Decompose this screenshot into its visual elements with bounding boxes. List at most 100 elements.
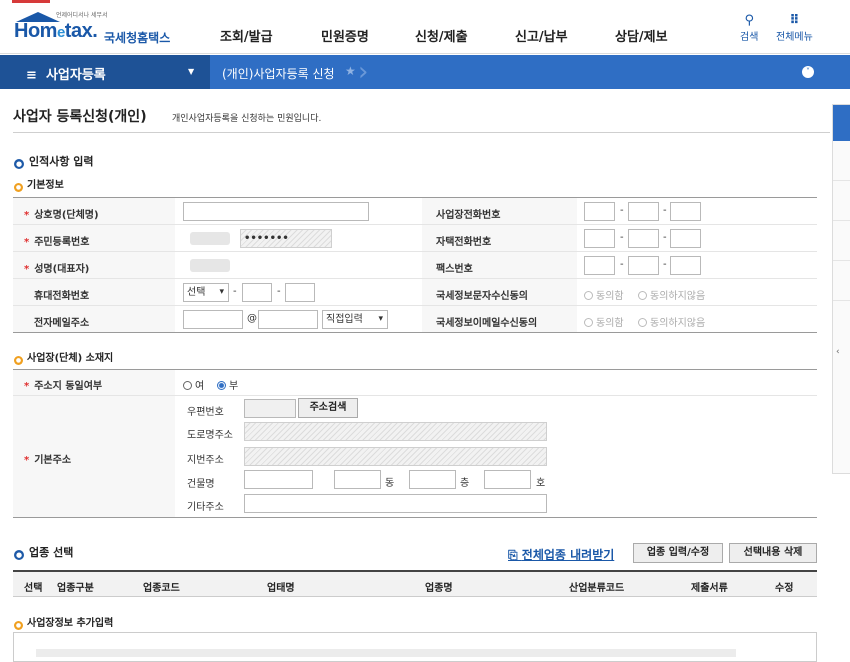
- label-same-address: * 주소지 동일여부: [24, 381, 103, 392]
- label-dong: 동: [385, 478, 395, 489]
- side-tab-active[interactable]: [833, 105, 850, 141]
- label-building: 건물명: [187, 479, 215, 490]
- page-title: 사업자 등록신청(개인): [13, 109, 147, 125]
- same-address-no-radio[interactable]: 부: [217, 377, 238, 392]
- breadcrumb-bar: ≡ 사업자등록 ▼ (개인)사업자등록 신청 ★ › ˅: [0, 55, 850, 89]
- download-all-industries-link[interactable]: ⎘ 전체업종 내려받기: [508, 546, 614, 563]
- label-road-address: 도로명주소: [187, 430, 233, 441]
- other-address-input[interactable]: [244, 494, 547, 513]
- delete-selection-button[interactable]: 선택내용 삭제: [729, 543, 817, 563]
- menu-application[interactable]: 신청/제출: [415, 26, 468, 45]
- email-id-input[interactable]: [183, 310, 243, 329]
- table-bottom-border: [13, 332, 817, 333]
- same-address-yes-radio[interactable]: 여: [183, 377, 204, 392]
- address-search-button[interactable]: 주소검색: [298, 398, 358, 418]
- menu-certificate[interactable]: 민원증명: [321, 26, 369, 45]
- email-domain-input[interactable]: [258, 310, 318, 329]
- logo-tagline: 언제어디서나 세무서: [56, 12, 108, 19]
- sms-disagree-radio[interactable]: 동의하지않음: [638, 287, 705, 302]
- home-phone-1[interactable]: [584, 229, 615, 248]
- road-address-input: [244, 422, 547, 441]
- column-header: 수정: [775, 583, 794, 594]
- biz-phone-1[interactable]: [584, 202, 615, 221]
- chevron-down-icon: ▾: [219, 287, 224, 297]
- home-phone-3[interactable]: [670, 229, 701, 248]
- trade-name-input[interactable]: [183, 202, 369, 221]
- right-side-panel[interactable]: ‹: [832, 104, 850, 474]
- home-phone-2[interactable]: [628, 229, 659, 248]
- favorite-star-icon[interactable]: ★: [345, 64, 356, 78]
- page-description: 개인사업자등록을 신청하는 민원입니다.: [172, 114, 322, 124]
- all-menu-button[interactable]: ⠿ 전체메뉴: [776, 14, 813, 44]
- dash: -: [233, 286, 237, 297]
- menu-dropdown-label: ≡ 사업자등록: [26, 68, 106, 83]
- building-floor-input[interactable]: [409, 470, 456, 489]
- label-ho: 호: [536, 478, 546, 489]
- menu-inquiry[interactable]: 조회/발급: [220, 26, 273, 45]
- top-navigation: 언제어디서나 세무서 Hometax. 국세청홈택스 조회/발급 민원증명 신청…: [0, 0, 850, 54]
- side-tab[interactable]: [833, 261, 850, 301]
- chevron-down-icon: ▾: [378, 314, 383, 324]
- chevron-left-icon[interactable]: ‹: [836, 347, 840, 357]
- building-name-input[interactable]: [244, 470, 313, 489]
- label-rep-name: * 성명(대표자): [24, 264, 90, 275]
- email-agree-radio[interactable]: 동의함: [584, 314, 624, 329]
- row-divider: [13, 305, 817, 306]
- label-basic-address: * 기본주소: [24, 455, 72, 466]
- column-header: 산업분류코드: [569, 583, 625, 594]
- label-sms-consent: 국세정보문자수신동의: [436, 291, 528, 302]
- logo-subtitle: 국세청홈택스: [104, 31, 171, 45]
- dash: -: [663, 205, 667, 216]
- resident-no-masked-field: •••••••: [240, 229, 332, 248]
- postal-code-input: [244, 399, 296, 418]
- biz-phone-3[interactable]: [670, 202, 701, 221]
- logo-wordmark: Hometax.: [14, 20, 98, 42]
- column-header: 업종코드: [143, 583, 180, 594]
- section-industry: ● 업종 선택: [14, 546, 74, 560]
- building-dong-input[interactable]: [334, 470, 381, 489]
- dash: -: [663, 232, 667, 243]
- label-email-consent: 국세정보이메일수신동의: [436, 318, 538, 329]
- side-tab[interactable]: [833, 181, 850, 221]
- fax-1[interactable]: [584, 256, 615, 275]
- label-column: [13, 370, 175, 517]
- notice-text-placeholder: [36, 649, 736, 657]
- menu-dropdown[interactable]: ≡ 사업자등록 ▼: [0, 55, 210, 89]
- label-email: 전자메일주소: [34, 318, 90, 329]
- subsection-bullet-icon: ●: [14, 356, 23, 365]
- label-fax: 팩스번호: [436, 264, 473, 275]
- sms-agree-radio[interactable]: 동의함: [584, 287, 624, 302]
- mobile-last-input[interactable]: [285, 283, 315, 302]
- row-divider: [13, 278, 817, 279]
- side-tab[interactable]: [833, 221, 850, 261]
- fax-3[interactable]: [670, 256, 701, 275]
- building-ho-input[interactable]: [484, 470, 531, 489]
- dash: -: [277, 286, 281, 297]
- section-bullet-icon: ●: [14, 159, 24, 169]
- label-resident-no: * 주민등록번호: [24, 237, 90, 248]
- column-header: 업종명: [425, 583, 453, 594]
- email-domain-select[interactable]: 직접입력 ▾: [322, 310, 388, 329]
- side-tab[interactable]: [833, 141, 850, 181]
- label-trade-name: * 상호명(단체명): [24, 210, 99, 221]
- extra-info-notice-box: [13, 632, 817, 662]
- mobile-middle-input[interactable]: [242, 283, 272, 302]
- chevron-down-circle-icon[interactable]: ˅: [802, 66, 814, 78]
- biz-phone-2[interactable]: [628, 202, 659, 221]
- all-menu-label: 전체메뉴: [776, 32, 813, 43]
- mobile-prefix-select[interactable]: 선택 ▾: [183, 283, 229, 302]
- download-icon: ⎘: [508, 548, 522, 562]
- hometax-logo[interactable]: 언제어디서나 세무서 Hometax. 국세청홈택스: [14, 12, 174, 46]
- fax-2[interactable]: [628, 256, 659, 275]
- search-button[interactable]: ⚲ 검색: [740, 14, 758, 44]
- breadcrumb-current[interactable]: (개인)사업자등록 신청: [222, 65, 335, 82]
- label-other-address: 기타주소: [187, 502, 224, 513]
- email-disagree-radio[interactable]: 동의하지않음: [638, 314, 705, 329]
- dash: -: [620, 205, 624, 216]
- column-header: 선택: [24, 583, 43, 594]
- menu-filing[interactable]: 신고/납부: [515, 26, 568, 45]
- industry-input-button[interactable]: 업종 입력/수정: [633, 543, 723, 563]
- menu-consult[interactable]: 상담/제보: [615, 26, 668, 45]
- breadcrumb-chevron-icon: ›: [358, 57, 369, 87]
- table-bottom-border: [13, 517, 817, 518]
